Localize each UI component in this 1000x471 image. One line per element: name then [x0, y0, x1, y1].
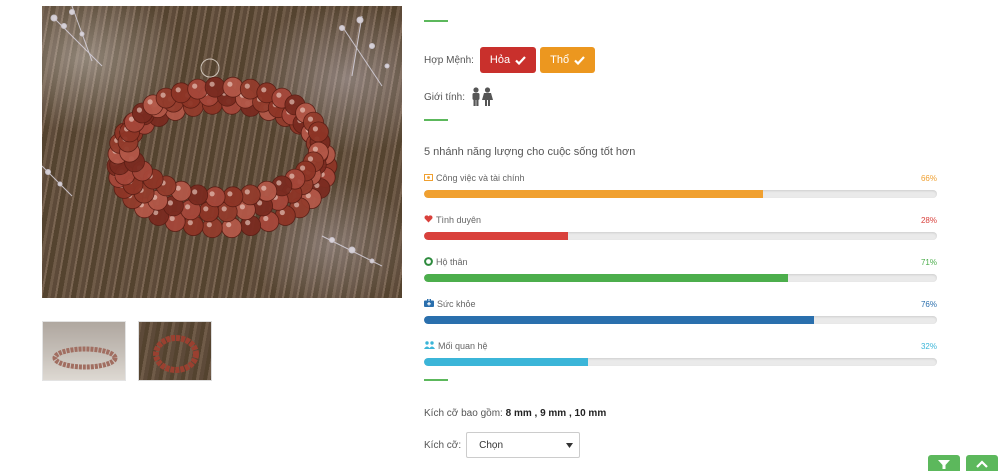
heart-icon: [424, 215, 433, 225]
element-label: Thổ: [550, 54, 570, 66]
energy-bar: Mối quan hệ 32%: [424, 340, 937, 366]
divider: [424, 20, 448, 22]
progress-fill: [424, 232, 568, 240]
size-info: Kích cỡ bao gồm: 8 mm , 9 mm , 10 mm: [424, 408, 606, 419]
thumbnail-bracelet: [52, 346, 118, 370]
gender-label: Giới tính:: [424, 91, 466, 103]
caret-down-icon: [566, 442, 574, 448]
energy-bar-percent: 76%: [920, 299, 937, 309]
progress-track: [424, 274, 937, 282]
progress-track: [424, 232, 937, 240]
energy-bar-text: Sức khỏe: [437, 299, 476, 309]
progress-fill: [424, 316, 814, 324]
gender-row: Giới tính:: [424, 86, 495, 108]
check-icon: [574, 55, 585, 65]
element-label: Hỏa: [489, 54, 511, 66]
size-info-label: Kích cỡ bao gồm:: [424, 408, 503, 419]
progress-fill: [424, 358, 589, 366]
energy-bar-text: Mối quan hệ: [438, 341, 488, 351]
lifebuoy-icon: [424, 256, 433, 268]
chevron-up-icon: [976, 460, 988, 468]
size-select-value: Chọn: [479, 439, 504, 451]
menh-row: Hợp Mệnh: Hỏa Thổ: [424, 47, 599, 73]
energy-bar-percent: 32%: [920, 341, 937, 351]
energy-bar-text: Công việc và tài chính: [436, 173, 525, 183]
bracelet-illustration: [42, 6, 390, 267]
check-icon: [515, 55, 526, 65]
size-values: 8 mm , 9 mm , 10 mm: [505, 408, 607, 419]
size-select-row: Kích cỡ: Chọn: [424, 432, 581, 458]
energy-bar-text: Hộ thân: [436, 257, 468, 267]
progress-fill: [424, 274, 789, 282]
energy-bar-text: Tình duyên: [436, 215, 482, 225]
energy-title: 5 nhánh năng lượng cho cuộc sống tốt hơn: [424, 146, 636, 158]
male-female-icon: [472, 87, 494, 106]
progress-track: [424, 316, 937, 324]
energy-bar-label: Hộ thân: [424, 256, 468, 268]
money-icon: [424, 173, 433, 183]
energy-bar-label: Công việc và tài chính: [424, 173, 525, 183]
energy-bar: Công việc và tài chính 66%: [424, 172, 937, 198]
energy-bar-label: Mối quan hệ: [424, 341, 488, 351]
progress-fill: [424, 190, 763, 198]
size-select-label: Kích cỡ:: [424, 439, 462, 451]
size-select[interactable]: Chọn: [466, 432, 581, 458]
element-badge-hoa[interactable]: Hỏa: [479, 47, 537, 73]
medkit-icon: [424, 298, 434, 309]
energy-bar-percent: 66%: [920, 173, 937, 183]
energy-bar-percent: 71%: [920, 257, 937, 267]
thumbnail-1[interactable]: [42, 321, 126, 381]
energy-bar: Sức khỏe 76%: [424, 298, 937, 324]
energy-bar: Tình duyên 28%: [424, 214, 937, 240]
menh-label: Hợp Mệnh:: [424, 54, 474, 66]
divider: [424, 119, 448, 121]
scroll-top-button[interactable]: [966, 455, 998, 471]
energy-bar: Hộ thân 71%: [424, 256, 937, 282]
thumbnail-2[interactable]: [138, 321, 212, 381]
product-main-image[interactable]: [42, 6, 402, 298]
thumbnail-bracelet: [153, 335, 199, 373]
element-badge-tho[interactable]: Thổ: [540, 47, 596, 73]
divider: [424, 379, 448, 381]
users-icon: [424, 341, 435, 351]
progress-track: [424, 358, 937, 366]
energy-bar-label: Tình duyên: [424, 215, 481, 225]
filter-icon: [938, 460, 950, 469]
energy-bar-label: Sức khỏe: [424, 298, 476, 309]
progress-track: [424, 190, 937, 198]
filter-button[interactable]: [928, 455, 960, 471]
energy-bar-percent: 28%: [920, 215, 937, 225]
